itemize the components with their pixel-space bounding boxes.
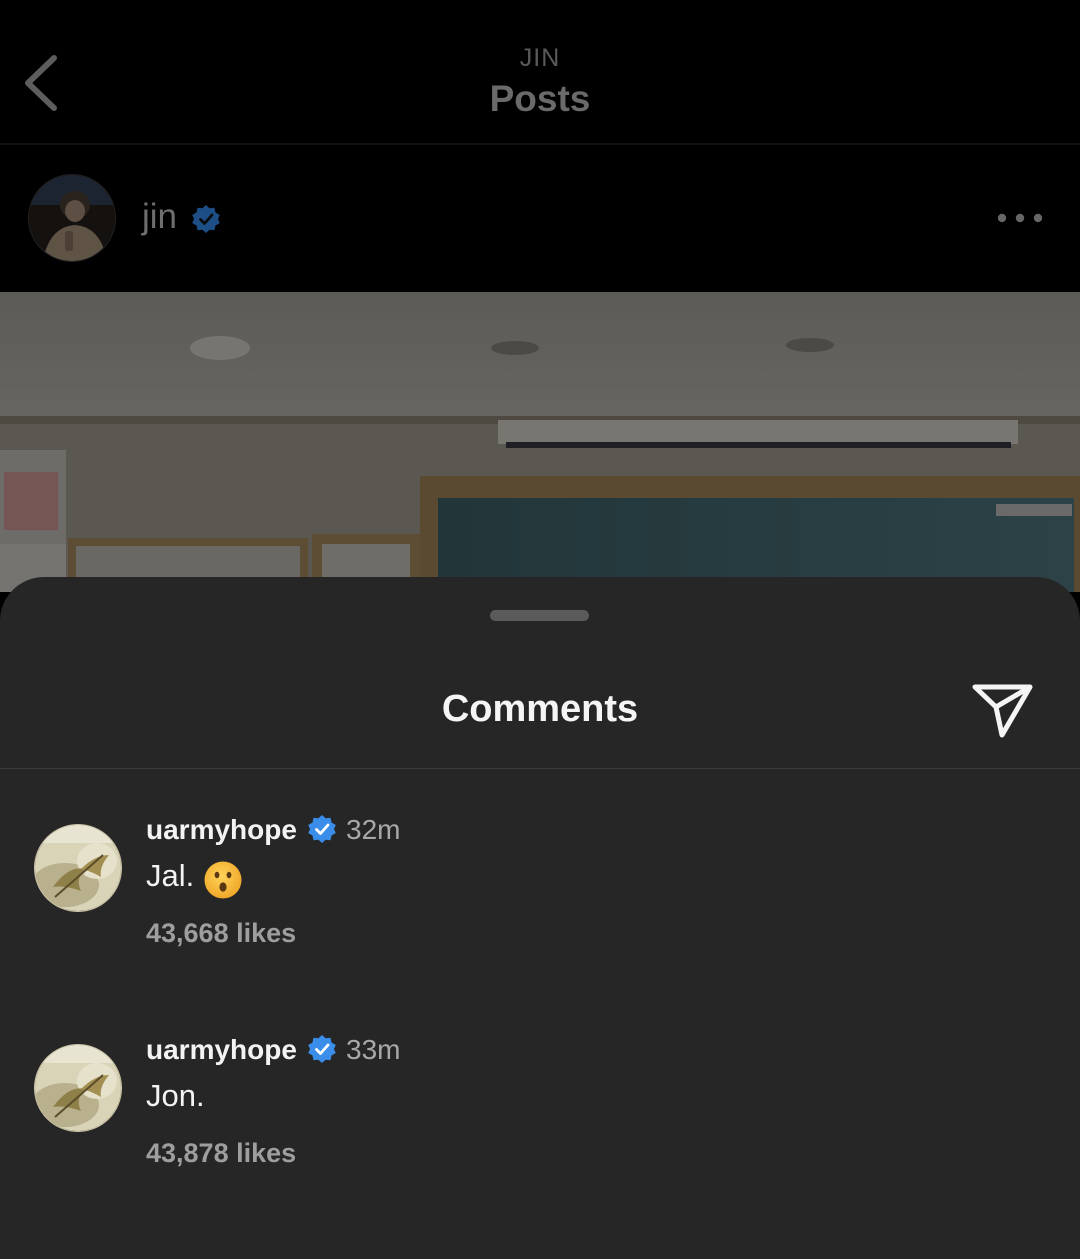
page-title: Posts [489, 78, 591, 119]
comment-text: Jal. [146, 858, 195, 893]
commenter-avatar[interactable] [34, 824, 122, 912]
commenter-avatar[interactable] [34, 1044, 122, 1132]
more-options-button[interactable] [994, 203, 1046, 233]
author-avatar[interactable] [28, 174, 116, 262]
post-header: jin [0, 145, 1080, 292]
avatar-image [35, 825, 121, 911]
comment-text: Jon. [146, 1078, 205, 1113]
classroom-photo [0, 292, 1080, 592]
paper-plane-icon [972, 684, 1033, 738]
comment-username[interactable]: uarmyhope [146, 1034, 297, 1066]
comment-likes-count[interactable]: 43,668 likes [146, 918, 296, 949]
avatar-image [29, 175, 115, 261]
hushed-face-emoji-icon [204, 861, 242, 899]
comment-item: uarmyhope 32m Jal. 43,668 likes [0, 812, 1080, 992]
share-button[interactable] [968, 677, 1038, 741]
verified-badge-icon [308, 815, 336, 843]
author-username[interactable]: jin [142, 197, 177, 237]
comment-timestamp: 32m [346, 814, 401, 845]
comment-username[interactable]: uarmyhope [146, 814, 297, 846]
post-photo[interactable] [0, 292, 1080, 592]
verified-badge-icon [308, 1035, 336, 1063]
top-navigation-bar: JIN Posts [0, 0, 1080, 143]
comment-timestamp: 33m [346, 1034, 401, 1065]
comment-item: uarmyhope 33m Jon. 43,878 likes [0, 1032, 1080, 1212]
more-dots-icon [997, 213, 1043, 223]
divider [0, 768, 1080, 769]
avatar-image [35, 1045, 121, 1131]
comments-sheet: Comments uarmyhope 32m Jal. 43,668 likes [0, 577, 1080, 1259]
profile-name-caption: JIN [519, 44, 561, 72]
verified-badge-icon [192, 205, 220, 233]
comments-title: Comments [441, 688, 639, 730]
comment-likes-count[interactable]: 43,878 likes [146, 1138, 296, 1169]
sheet-drag-handle[interactable] [490, 610, 589, 621]
